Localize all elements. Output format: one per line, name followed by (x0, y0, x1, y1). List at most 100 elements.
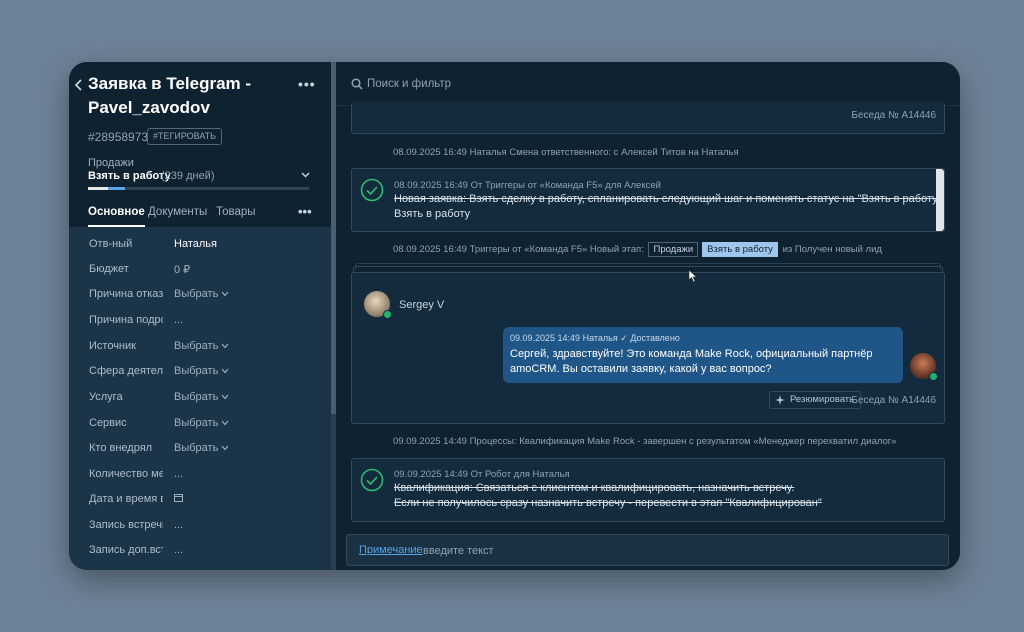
tabs: Основное Документы Товары ••• (88, 204, 313, 227)
event-responsible-change: 08.09.2025 16:49 Наталья Смена ответстве… (393, 147, 739, 158)
field-value-text: Выбрать (174, 391, 219, 403)
note-type-link[interactable]: Примечание (359, 544, 423, 556)
sparkle-icon (775, 395, 785, 405)
field-extra-meeting-record: Запись доп.встречи ... (69, 544, 332, 566)
chevron-down-icon (221, 394, 229, 400)
field-label: Запись встречи (89, 519, 163, 531)
field-label: Бюджет (89, 263, 129, 275)
search-icon (351, 78, 363, 90)
field-value[interactable]: ... (174, 544, 183, 556)
field-value[interactable]: ... (174, 519, 183, 531)
field-select[interactable]: Выбрать (174, 442, 229, 454)
field-select[interactable]: Выбрать (174, 340, 229, 352)
chat-badge-icon (929, 372, 938, 381)
search-input[interactable] (367, 75, 667, 93)
deal-id: #28958973 (88, 130, 149, 144)
more-options-icon[interactable]: ••• (298, 76, 316, 92)
field-label: Сфера деятельности (89, 365, 163, 377)
tab-documents[interactable]: Документы (148, 206, 207, 218)
chevron-left-icon[interactable] (74, 78, 84, 92)
field-select[interactable]: Выбрать (174, 288, 229, 300)
field-label: Причина подробно (89, 314, 163, 326)
field-value-text: Выбрать (174, 288, 219, 300)
field-value[interactable]: Наталья (174, 238, 217, 250)
field-value-text: Выбрать (174, 365, 219, 377)
field-refusal-details: Причина подробно ... (69, 314, 332, 336)
event-process: 09.09.2025 14:49 Процессы: Квалификация … (393, 436, 897, 447)
field-select[interactable]: Выбрать (174, 391, 229, 403)
field-industry: Сфера деятельности Выбрать (69, 365, 332, 387)
message-meta: 09.09.2025 14:49 Наталья ✓ Доставлено (510, 333, 680, 343)
deal-title[interactable]: Заявка в Telegram - Pavel_zavodov (88, 72, 288, 120)
message-text: Сергей, здравствуйте! Это команда Make R… (510, 348, 873, 375)
field-select[interactable]: Выбрать (174, 417, 229, 429)
note-composer: Примечание (346, 534, 949, 566)
field-responsible: Отв-ный Наталья (69, 238, 332, 260)
sender-name[interactable]: Sergey V (399, 299, 444, 311)
chevron-down-icon (221, 420, 229, 426)
stage-chip: Взять в работу (702, 242, 778, 257)
field-label: Услуга (89, 391, 123, 403)
tabs-more-icon[interactable]: ••• (298, 204, 312, 219)
deal-window: Заявка в Telegram - Pavel_zavodov ••• #2… (69, 62, 960, 570)
chat-badge-icon (383, 310, 392, 319)
progress-fill (88, 187, 108, 190)
calendar-icon (174, 494, 183, 502)
field-budget: Бюджет 0 ₽ (69, 263, 332, 285)
event-prefix: 08.09.2025 16:49 Триггеры от «Команда F5… (393, 244, 644, 255)
stage-days: (239 дней) (161, 170, 215, 182)
task-text: Если не получилось сразу назначить встре… (394, 497, 822, 509)
check-circle-icon[interactable] (360, 178, 384, 202)
field-value[interactable]: 0 ₽ (174, 263, 190, 276)
field-label: Источник (89, 340, 136, 352)
field-value-text: Выбрать (174, 417, 219, 429)
field-label: Причина отказа (89, 288, 163, 300)
stage-progress (88, 187, 309, 190)
field-select[interactable]: Выбрать (174, 365, 229, 377)
summarize-label: Резюмировать (790, 394, 855, 405)
progress-accent (108, 187, 125, 190)
note-input[interactable] (423, 542, 823, 560)
field-meeting-record: Запись встречи ... (69, 519, 332, 541)
tab-main[interactable]: Основное (88, 206, 145, 218)
search-bar (336, 62, 960, 106)
task-scrollbar[interactable] (936, 169, 944, 231)
chevron-down-icon (221, 445, 229, 451)
chevron-down-icon (221, 343, 229, 349)
stage-selector[interactable]: Взять в работу (88, 170, 171, 182)
event-stage-change: 08.09.2025 16:49 Триггеры от «Команда F5… (393, 242, 882, 257)
deal-sidebar: Заявка в Telegram - Pavel_zavodov ••• #2… (69, 62, 332, 570)
field-label: Запись доп.встречи (89, 544, 163, 556)
task-meta: 09.09.2025 14:49 От Робот для Наталья (394, 469, 570, 480)
event-suffix: из Получен новый лид (782, 244, 882, 255)
field-value-text: Выбрать (174, 340, 219, 352)
chat-card: Sergey V 09.09.2025 14:49 Наталья ✓ Дост… (351, 272, 945, 424)
field-managers-count: Количество менеджеров ... (69, 468, 332, 490)
task-text: Квалификация: Связаться с клиентом и ква… (394, 482, 795, 494)
active-tab-underline (88, 225, 145, 227)
field-meeting-datetime: Дата и время встречи (69, 493, 332, 515)
mouse-cursor-icon (688, 269, 698, 283)
conversation-ref[interactable]: Беседа № A14446 (851, 395, 936, 406)
deal-header: Заявка в Telegram - Pavel_zavodov ••• #2… (69, 62, 332, 227)
chevron-down-icon[interactable] (301, 170, 310, 179)
field-label: Дата и время встречи (89, 493, 163, 505)
tab-products[interactable]: Товары (216, 206, 256, 218)
field-value[interactable] (174, 493, 183, 505)
field-label: Кто внедрял (89, 442, 153, 454)
pipeline-name: Продажи (88, 157, 134, 169)
summarize-button[interactable]: Резюмировать (769, 391, 862, 409)
field-value[interactable]: ... (174, 468, 183, 480)
chevron-down-icon (221, 291, 229, 297)
field-value[interactable]: ... (174, 314, 183, 326)
field-source: Источник Выбрать (69, 340, 332, 362)
check-circle-icon[interactable] (360, 468, 384, 492)
field-service: Сервис Выбрать (69, 417, 332, 439)
field-refusal-reason: Причина отказа Выбрать (69, 288, 332, 310)
field-label: Отв-ный (89, 238, 133, 250)
field-label: Количество менеджеров (89, 468, 163, 480)
tag-button[interactable]: #ТЕГИРОВАТЬ (147, 128, 223, 145)
conversation-ref[interactable]: Беседа № A14446 (851, 110, 936, 121)
field-service-type: Услуга Выбрать (69, 391, 332, 413)
pipeline-chip: Продажи (648, 242, 699, 257)
